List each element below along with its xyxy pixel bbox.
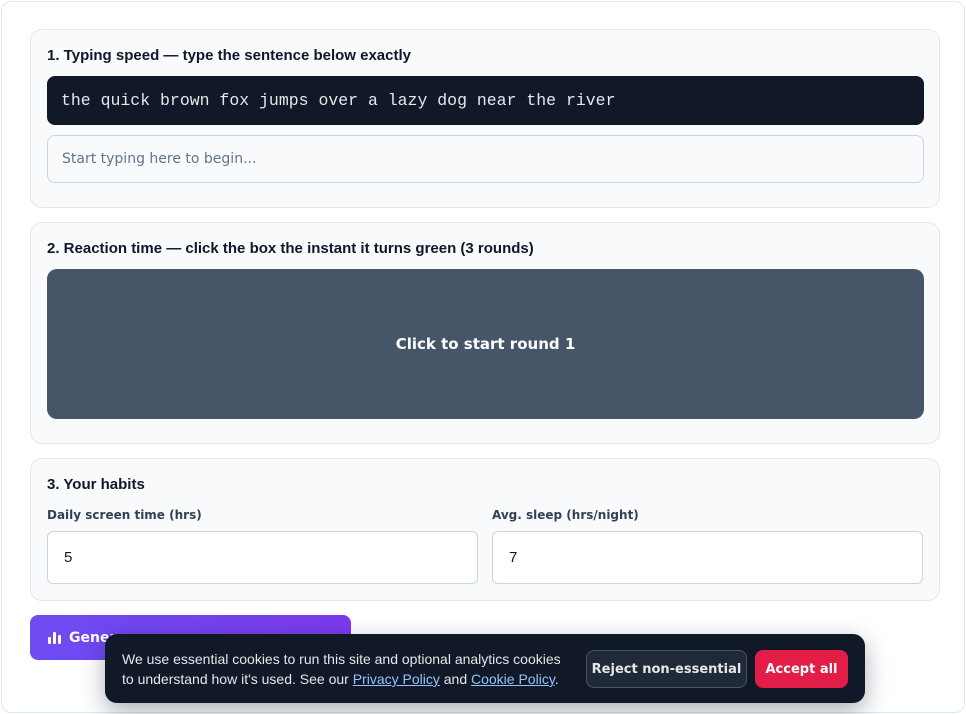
privacy-policy-link[interactable]: Privacy Policy bbox=[353, 671, 440, 687]
bar-chart-icon bbox=[48, 631, 61, 644]
cookie-banner: We use essential cookies to run this sit… bbox=[105, 634, 865, 703]
habits-card: 3. Your habits Daily screen time (hrs) A… bbox=[30, 458, 940, 601]
screen-time-input[interactable] bbox=[47, 531, 478, 584]
typing-input[interactable] bbox=[47, 135, 924, 183]
target-sentence: the quick brown fox jumps over a lazy do… bbox=[47, 76, 924, 125]
sleep-input[interactable] bbox=[492, 531, 923, 584]
cookie-text-middle: and bbox=[439, 671, 471, 687]
typing-section-title: 1. Typing speed — type the sentence belo… bbox=[47, 47, 411, 64]
accept-all-button[interactable]: Accept all bbox=[755, 650, 848, 688]
sleep-label: Avg. sleep (hrs/night) bbox=[492, 508, 639, 522]
typing-speed-card: 1. Typing speed — type the sentence belo… bbox=[30, 29, 940, 208]
cookie-message: We use essential cookies to run this sit… bbox=[122, 649, 572, 689]
reaction-box[interactable]: Click to start round 1 bbox=[47, 269, 924, 419]
cookie-text-after: . bbox=[554, 671, 559, 687]
screen-time-label: Daily screen time (hrs) bbox=[47, 508, 202, 522]
reaction-time-card: 2. Reaction time — click the box the ins… bbox=[30, 222, 940, 444]
reaction-section-title: 2. Reaction time — click the box the ins… bbox=[47, 240, 534, 257]
reaction-box-label: Click to start round 1 bbox=[395, 335, 576, 353]
app-frame: 1. Typing speed — type the sentence belo… bbox=[1, 1, 965, 713]
habits-section-title: 3. Your habits bbox=[47, 476, 145, 493]
cookie-policy-link[interactable]: Cookie Policy bbox=[471, 671, 555, 687]
reject-non-essential-button[interactable]: Reject non-essential bbox=[586, 650, 747, 688]
